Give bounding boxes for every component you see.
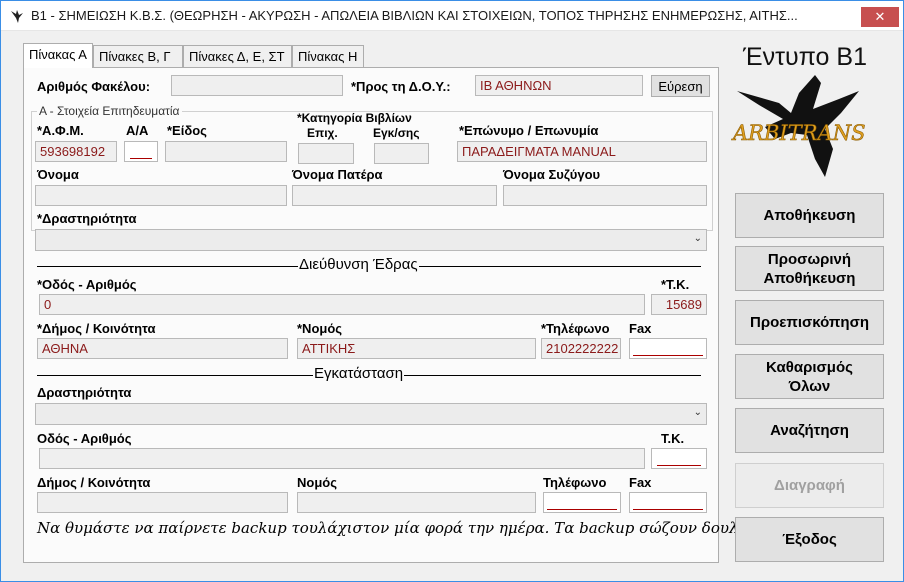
exit-button[interactable]: Έξοδος: [735, 517, 884, 562]
search-button[interactable]: Αναζήτηση: [735, 408, 884, 453]
tab-pinakas-h[interactable]: Πίνακας Η: [292, 45, 364, 67]
name-label: Όνομα: [37, 167, 79, 182]
facility-activity-select[interactable]: ⌄: [35, 403, 707, 425]
temporary-save-button[interactable]: Προσωρινή Αποθήκευση: [735, 246, 884, 291]
facility-prefecture-label: Νομός: [297, 475, 337, 490]
activity-label: *Δραστηριότητα: [37, 211, 137, 226]
hq-municipality-label: *Δήμος / Κοινότητα: [37, 321, 156, 336]
egk-label: Εγκ/σης: [373, 126, 420, 140]
afm-label: *Α.Φ.Μ.: [37, 123, 84, 138]
hq-municipality-input[interactable]: ΑΘΗΝΑ: [37, 338, 288, 359]
activity-select[interactable]: ⌄: [35, 229, 707, 251]
facility-street-input[interactable]: [39, 448, 645, 469]
file-number-label: Αριθμός Φακέλου:: [37, 79, 151, 94]
facility-section-title: Εγκατάσταση: [313, 365, 405, 382]
hq-prefecture-label: *Νομός: [297, 321, 343, 336]
surname-input[interactable]: ΠΑΡΑΔΕΙΓΜΑΤΑ MANUAL: [457, 141, 707, 162]
hq-section-separator: Διεύθυνση Έδρας: [37, 256, 701, 273]
aa-label: Α/Α: [126, 123, 149, 138]
hq-zip-input[interactable]: 15689: [651, 294, 707, 315]
tab-pinakas-a[interactable]: Πίνακας Α: [23, 43, 93, 68]
backup-reminder-note: Να θυμάστε να παίρνετε backup τουλάχιστο…: [37, 519, 775, 537]
surname-label: *Επώνυμο / Επωνυμία: [459, 123, 599, 138]
hq-prefecture-input[interactable]: ΑΤΤΙΚΗΣ: [297, 338, 536, 359]
doy-label: *Προς τη Δ.Ο.Υ.:: [351, 79, 451, 94]
afm-input[interactable]: 593698192: [35, 141, 117, 162]
eagle-app-icon: [11, 10, 23, 23]
facility-fax-label: Fax: [629, 475, 652, 490]
tab-pinakes-d-e-st[interactable]: Πίνακες Δ, Ε, ΣΤ: [183, 45, 292, 67]
hq-fax-label: Fax: [629, 321, 652, 336]
main-window: B1 - ΣΗΜΕΙΩΣΗ Κ.Β.Σ. (ΘΕΩΡΗΣΗ - ΑΚΥΡΩΣΗ …: [0, 0, 904, 582]
facility-activity-label: Δραστηριότητα: [37, 385, 132, 400]
hq-section-title: Διεύθυνση Έδρας: [298, 256, 419, 273]
name-input[interactable]: [35, 185, 287, 206]
arbitrans-eagle-logo: ARBITRANS: [731, 75, 866, 177]
window-title: B1 - ΣΗΜΕΙΩΣΗ Κ.Β.Σ. (ΘΕΩΡΗΣΗ - ΑΚΥΡΩΣΗ …: [31, 8, 798, 23]
clear-all-button[interactable]: Καθαρισμός Όλων: [735, 354, 884, 399]
hq-phone-label: *Τηλέφωνο: [541, 321, 610, 336]
doy-input[interactable]: ΙΒ ΑΘΗΝΩΝ: [475, 75, 643, 96]
epix-label: Επιχ.: [307, 126, 338, 140]
logo-text: ARBITRANS: [731, 121, 865, 145]
hq-street-label: *Οδός - Αριθμός: [37, 277, 137, 292]
preview-button[interactable]: Προεπισκόπηση: [735, 300, 884, 345]
egk-input[interactable]: [374, 143, 429, 164]
facility-municipality-input[interactable]: [37, 492, 288, 513]
spouse-name-input[interactable]: [503, 185, 707, 206]
save-button[interactable]: Αποθήκευση: [735, 193, 884, 238]
facility-prefecture-input[interactable]: [297, 492, 536, 513]
facility-section-separator: Εγκατάσταση: [37, 365, 701, 382]
facility-zip-label: Τ.Κ.: [661, 431, 685, 446]
epix-input[interactable]: [298, 143, 354, 164]
father-name-input[interactable]: [292, 185, 497, 206]
chevron-down-icon: ⌄: [693, 233, 702, 244]
books-category-label: *Κατηγορία Βιβλίων: [297, 111, 412, 125]
title-bar: B1 - ΣΗΜΕΙΩΣΗ Κ.Β.Σ. (ΘΕΩΡΗΣΗ - ΑΚΥΡΩΣΗ …: [1, 1, 903, 31]
business-group-legend: Α - Στοιχεία Επιτηδευματία: [37, 104, 182, 118]
chevron-down-icon: ⌄: [693, 407, 702, 418]
tab-pinakes-b-g[interactable]: Πίνακες Β, Γ: [93, 45, 183, 67]
facility-municipality-label: Δήμος / Κοινότητα: [37, 475, 151, 490]
spouse-name-label: Όνομα Συζύγου: [503, 167, 601, 182]
father-name-label: Όνομα Πατέρα: [292, 167, 383, 182]
close-window-button[interactable]: ✕: [861, 7, 899, 27]
file-number-input[interactable]: [171, 75, 343, 96]
type-label: *Είδος: [167, 123, 207, 138]
search-doy-button[interactable]: Εύρεση: [651, 75, 710, 97]
delete-button[interactable]: Διαγραφή: [735, 463, 884, 508]
hq-zip-label: *Τ.Κ.: [661, 277, 690, 292]
type-input[interactable]: [165, 141, 287, 162]
facility-phone-label: Τηλέφωνο: [543, 475, 607, 490]
hq-street-input[interactable]: 0: [39, 294, 645, 315]
form-title: Έντυπο Β1: [743, 43, 867, 71]
hq-phone-input[interactable]: 2102222222: [541, 338, 621, 359]
facility-street-label: Οδός - Αριθμός: [37, 431, 132, 446]
